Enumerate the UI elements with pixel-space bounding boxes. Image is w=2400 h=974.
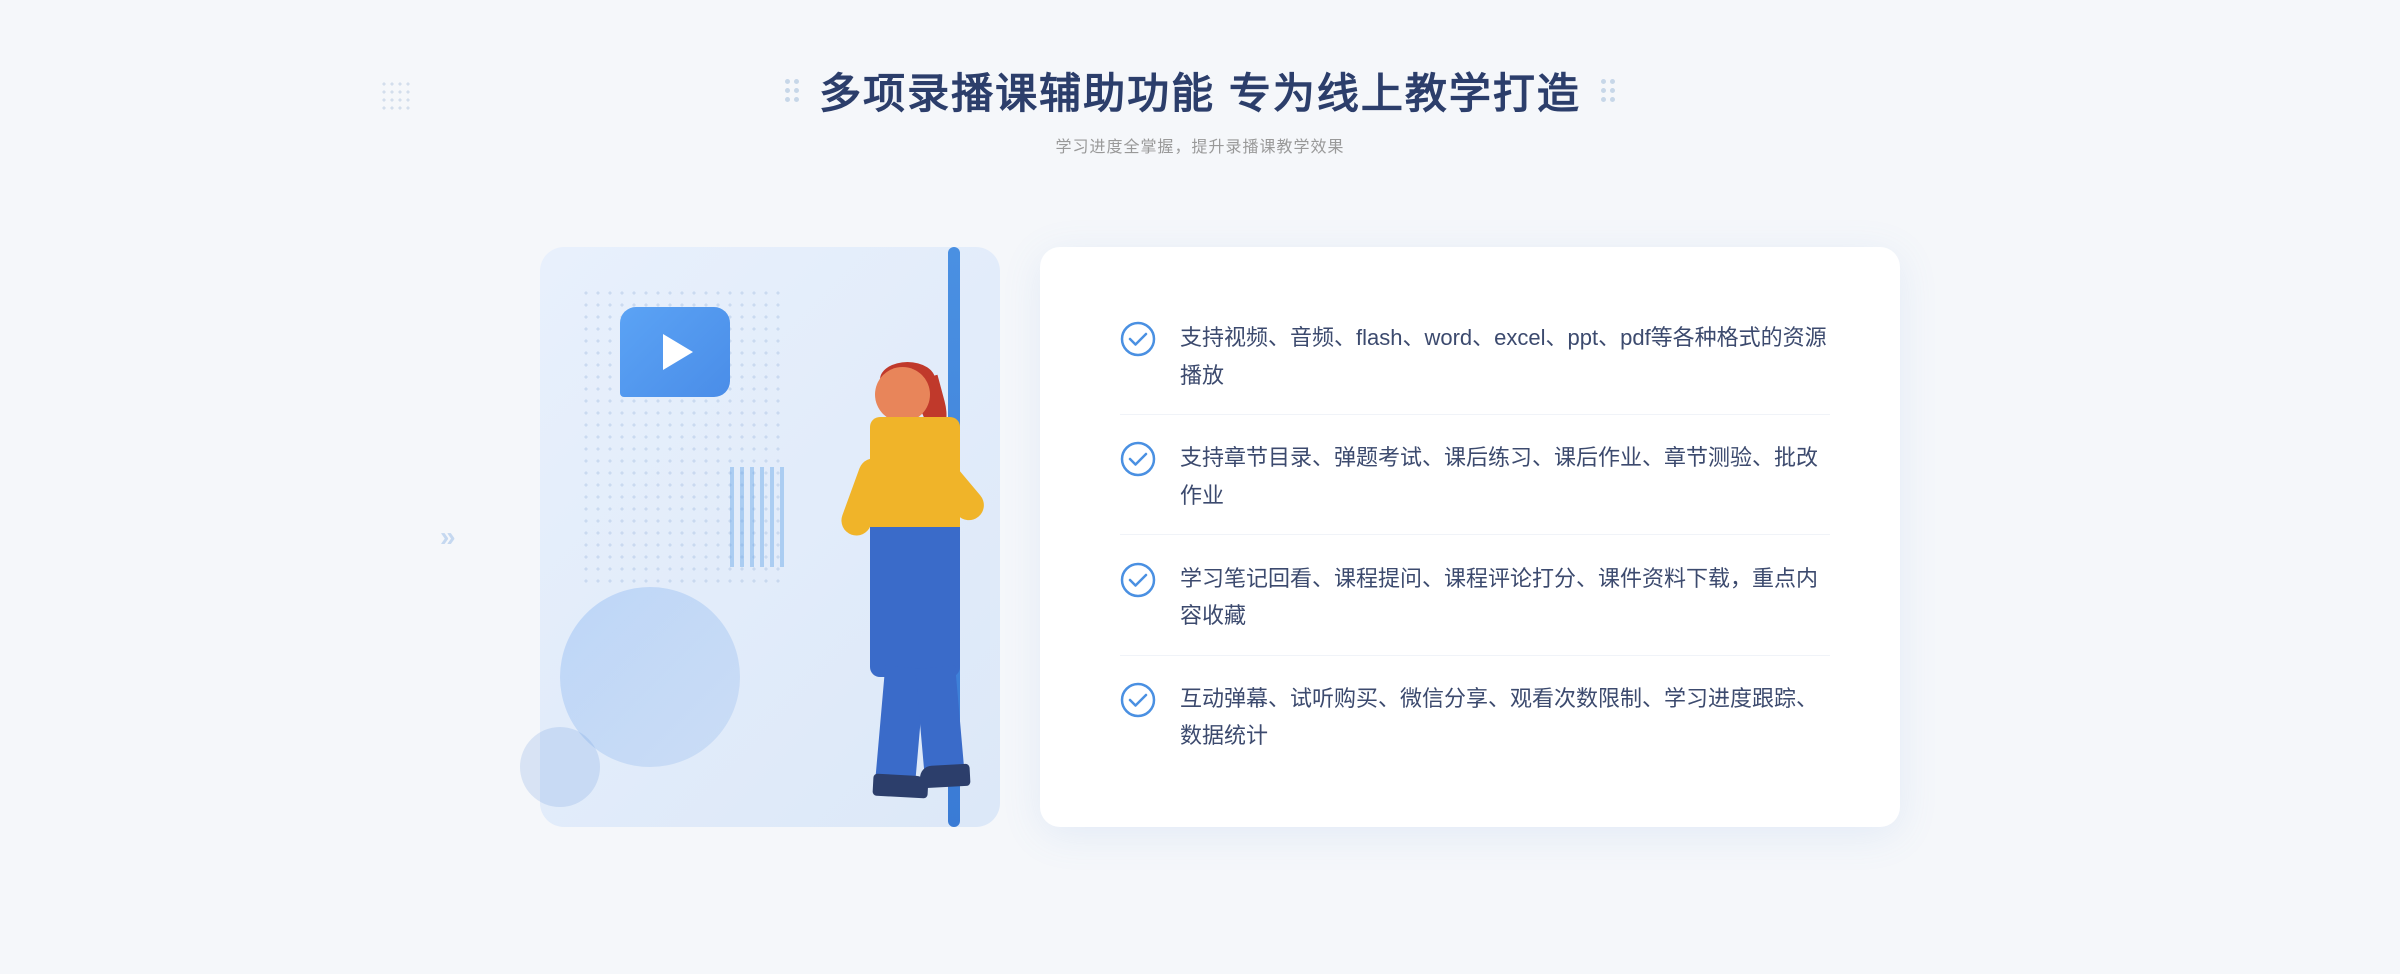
check-icon-4 xyxy=(1120,682,1156,718)
deco-dots-right xyxy=(1601,79,1615,102)
check-icon-1 xyxy=(1120,321,1156,357)
feature-text-3: 学习笔记回看、课程提问、课程评论打分、课件资料下载，重点内容收藏 xyxy=(1180,560,1830,635)
content-area: » 支持视频、音频、flash、word、excel、ppt、pdf等各种格式的… xyxy=(500,207,1900,867)
feature-item-2: 支持章节目录、弹题考试、课后练习、课后作业、章节测验、批改作业 xyxy=(1120,419,1830,535)
person-pants xyxy=(870,527,960,677)
feature-text-4: 互动弹幕、试听购买、微信分享、观看次数限制、学习进度跟踪、数据统计 xyxy=(1180,680,1830,755)
person-leg-right xyxy=(915,665,964,778)
feature-item-4: 互动弹幕、试听购买、微信分享、观看次数限制、学习进度跟踪、数据统计 xyxy=(1120,660,1830,775)
person-illustration xyxy=(780,367,1000,847)
left-arrows-icon: » xyxy=(440,521,456,553)
illustration-wrapper: » xyxy=(500,207,1060,867)
person-head xyxy=(875,367,930,422)
page-container: 多项录播课辅助功能 专为线上教学打造 学习进度全掌握，提升录播课教学效果 xyxy=(0,0,2400,974)
feature-item-3: 学习笔记回看、课程提问、课程评论打分、课件资料下载，重点内容收藏 xyxy=(1120,540,1830,656)
play-bubble xyxy=(620,307,730,397)
deco-circle-small xyxy=(520,727,600,807)
page-title: 多项录播课辅助功能 专为线上教学打造 xyxy=(819,60,1581,121)
person-shoe-right xyxy=(919,764,970,789)
page-subtitle: 学习进度全掌握，提升录播课教学效果 xyxy=(1055,133,1344,157)
feature-text-2: 支持章节目录、弹题考试、课后练习、课后作业、章节测验、批改作业 xyxy=(1180,439,1830,514)
deco-dots-left xyxy=(785,79,799,102)
features-panel: 支持视频、音频、flash、word、excel、ppt、pdf等各种格式的资源… xyxy=(1040,247,1900,827)
feature-item-1: 支持视频、音频、flash、word、excel、ppt、pdf等各种格式的资源… xyxy=(1120,299,1830,415)
header-section: 多项录播课辅助功能 专为线上教学打造 学习进度全掌握，提升录播课教学效果 xyxy=(785,60,1615,157)
feature-text-1: 支持视频、音频、flash、word、excel、ppt、pdf等各种格式的资源… xyxy=(1180,319,1830,394)
check-icon-3 xyxy=(1120,562,1156,598)
title-row: 多项录播课辅助功能 专为线上教学打造 xyxy=(785,60,1615,121)
check-icon-2 xyxy=(1120,441,1156,477)
play-triangle-icon xyxy=(663,334,693,370)
person-body xyxy=(870,417,960,537)
